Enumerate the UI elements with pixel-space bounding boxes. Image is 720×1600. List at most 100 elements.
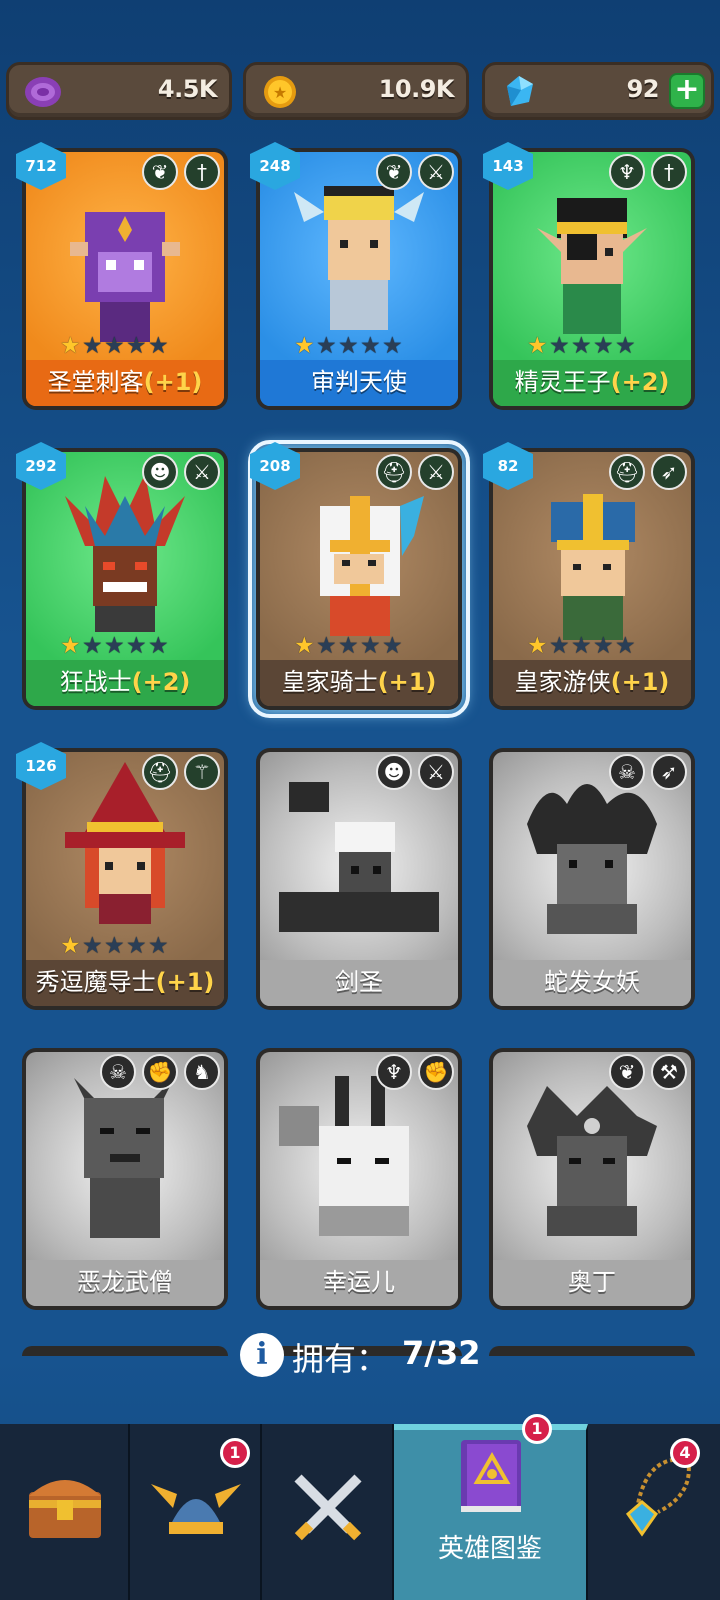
- hero-name-bar: 皇家骑士(+1): [260, 660, 458, 706]
- skull-icon: ☠: [609, 754, 645, 790]
- ranger-figure: [551, 494, 635, 640]
- hero-bonus: (+1): [377, 668, 437, 696]
- bow-icon: ➶: [651, 454, 687, 490]
- nav-chest[interactable]: [0, 1424, 130, 1600]
- hero-card[interactable]: ★★★★★ 精灵王子(+2) 143 ♆ †: [483, 142, 695, 410]
- hero-bonus: (+1): [610, 668, 670, 696]
- star-icon: ★: [615, 633, 636, 659]
- sword-icon: ⚔: [184, 454, 220, 490]
- hero-card[interactable]: ★★★★★ 秀逗魔导士(+1) 126 ⛑ ⚚: [16, 742, 228, 1010]
- star-rating: ★★★★★: [60, 634, 170, 658]
- nav-heroes[interactable]: 1: [130, 1424, 262, 1600]
- sorceress-figure: [65, 762, 185, 924]
- star-icon: ★: [527, 633, 548, 659]
- hero-card-locked[interactable]: 奥丁 ❦ ⚒: [489, 1048, 695, 1310]
- hero-card[interactable]: ★★★★★ 狂战士(+2) 292 ☻ ⚔: [16, 442, 228, 710]
- dagger-icon: †: [651, 154, 687, 190]
- elf-prince-figure: [537, 198, 647, 334]
- star-icon: ★: [294, 333, 315, 359]
- star-rating: ★★★★★: [527, 634, 637, 658]
- sword-icon: ⚔: [418, 154, 454, 190]
- owned-count: 7/32: [402, 1334, 481, 1372]
- star-icon: ★: [82, 333, 103, 359]
- hero-name: 剑圣: [335, 968, 383, 996]
- dagger-icon: †: [184, 154, 220, 190]
- star-icon: ★: [527, 333, 548, 359]
- star-icon: ★: [338, 333, 359, 359]
- star-icon: ★: [148, 933, 169, 959]
- hero-bonus: (+2): [131, 668, 191, 696]
- hero-bonus: (+1): [155, 968, 215, 996]
- bottom-navigation: 1 1 英雄图鉴 4: [0, 1414, 720, 1600]
- owned-label: 拥有：: [292, 1340, 389, 1378]
- star-icon: ★: [549, 333, 570, 359]
- hero-card-locked[interactable]: 蛇发女妖 ☠ ➶: [489, 748, 695, 1010]
- star-icon: ★: [104, 633, 125, 659]
- star-icon: ★: [593, 633, 614, 659]
- helmet-icon: ⛑: [376, 454, 412, 490]
- elf-icon: ♆: [609, 154, 645, 190]
- hero-name-bar: 恶龙武僧: [26, 1260, 224, 1306]
- purple-orb-counter[interactable]: 4.5K: [6, 62, 232, 120]
- star-icon: ★: [571, 333, 592, 359]
- info-icon[interactable]: i: [240, 1333, 284, 1377]
- sword-saint-figure: [279, 782, 439, 932]
- hero-name: 皇家骑士: [281, 668, 378, 696]
- gem-counter[interactable]: 92 +: [482, 62, 714, 120]
- star-icon: ★: [60, 333, 81, 359]
- gold-coin-icon: ★: [260, 74, 300, 114]
- star-icon: ★: [360, 333, 381, 359]
- notification-badge: 1: [522, 1414, 552, 1444]
- hero-name-bar: 审判天使: [260, 360, 458, 406]
- nav-battle[interactable]: [262, 1424, 394, 1600]
- hero-name-bar: 蛇发女妖: [493, 960, 691, 1006]
- owned-counter: i 拥有： 7/32: [0, 1326, 720, 1384]
- purple-orb-value: 4.5K: [157, 75, 218, 103]
- star-icon: ★: [316, 633, 337, 659]
- staff-icon: ⚚: [184, 754, 220, 790]
- crossed-swords-icon: [294, 1474, 362, 1541]
- hero-card-locked[interactable]: 恶龙武僧 ☠ ✊ ♞: [22, 1048, 228, 1310]
- hero-name-bar: 圣堂刺客(+1): [26, 360, 224, 406]
- helmet-icon: ⛑: [609, 454, 645, 490]
- helmet-icon: ⛑: [142, 754, 178, 790]
- gold-coin-counter[interactable]: ★ 10.9K: [243, 62, 469, 120]
- star-icon: ★: [82, 933, 103, 959]
- hero-name-bar: 狂战士(+2): [26, 660, 224, 706]
- hero-card[interactable]: ★★★★★ 圣堂刺客(+1) 712 ❦ †: [16, 142, 228, 410]
- hero-name-bar: 奥丁: [493, 1260, 691, 1306]
- hero-name-bar: 秀逗魔导士(+1): [26, 960, 224, 1006]
- star-rating: ★★★★★: [294, 334, 404, 358]
- hero-name: 奥丁: [568, 1268, 616, 1296]
- star-icon: ★: [60, 933, 81, 959]
- laurel-wreath-icon: ❦: [376, 154, 412, 190]
- fist-icon: ✊: [418, 1054, 454, 1090]
- laurel-wreath-icon: ❦: [142, 154, 178, 190]
- nav-codex[interactable]: 1 英雄图鉴: [394, 1414, 588, 1600]
- odin-figure: [527, 1086, 657, 1236]
- fist-icon: ✊: [142, 1054, 178, 1090]
- hero-name: 皇家游侠: [514, 668, 611, 696]
- star-icon: ★: [382, 333, 403, 359]
- viking-helmet-icon: [151, 1484, 241, 1534]
- nav-amulet[interactable]: 4: [588, 1424, 720, 1600]
- dragon-icon: ♞: [184, 1054, 220, 1090]
- hero-name: 秀逗魔导士: [35, 968, 156, 996]
- star-icon: ★: [294, 633, 315, 659]
- hero-card[interactable]: ★★★★★ 皇家游侠(+1) 82 ⛑ ➶: [483, 442, 695, 710]
- star-icon: ★: [82, 633, 103, 659]
- gem-value: 92: [626, 75, 660, 103]
- add-gems-button[interactable]: +: [669, 73, 705, 109]
- star-icon: ★: [316, 333, 337, 359]
- hero-name: 圣堂刺客: [47, 368, 144, 396]
- hero-card[interactable]: ★★★★★ 审判天使 248 ❦ ⚔: [250, 142, 462, 410]
- hero-card-locked[interactable]: 剑圣 ☻ ⚔: [256, 748, 462, 1010]
- knight-figure: [320, 496, 424, 636]
- medusa-figure: [527, 784, 657, 934]
- star-rating: ★★★★★: [294, 634, 404, 658]
- hero-name-bar: 剑圣: [260, 960, 458, 1006]
- hero-card-selected[interactable]: ★★★★★ 皇家骑士(+1) 208 ⛑ ⚔: [248, 440, 470, 718]
- star-icon: ★: [60, 633, 81, 659]
- hero-card-locked[interactable]: 幸运儿 ♆ ✊: [256, 1048, 462, 1310]
- star-icon: ★: [549, 633, 570, 659]
